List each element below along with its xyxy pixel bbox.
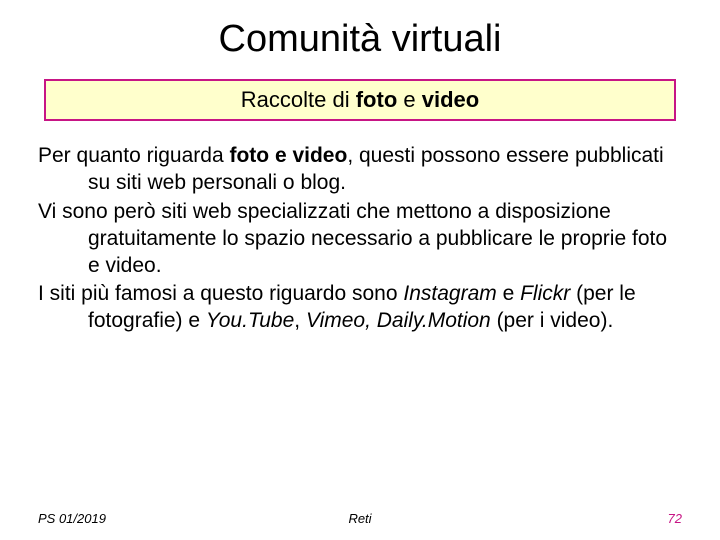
- subtitle-bold-2: video: [422, 87, 479, 112]
- slide-title: Comunità virtuali: [38, 18, 682, 61]
- paragraph-1: Per quanto riguarda foto e video, questi…: [38, 143, 682, 197]
- p1-b: foto e video: [229, 144, 347, 167]
- p1-a: Per quanto riguarda: [38, 144, 229, 167]
- subtitle-box: Raccolte di foto e video: [44, 79, 676, 121]
- paragraph-3: I siti più famosi a questo riguardo sono…: [38, 281, 682, 335]
- body-text: Per quanto riguarda foto e video, questi…: [38, 143, 682, 335]
- p3-c: e: [497, 282, 520, 305]
- footer: PS 01/2019 Reti 72: [38, 511, 682, 526]
- subtitle-text-mid: e: [397, 87, 421, 112]
- p3-d: Flickr: [520, 282, 570, 305]
- p3-i: (per i video).: [491, 309, 614, 332]
- p3-f: You.Tube: [206, 309, 294, 332]
- p3-h: Vimeo, Daily.Motion: [306, 309, 491, 332]
- paragraph-2: Vi sono però siti web specializzati che …: [38, 199, 682, 280]
- page-number: 72: [668, 511, 682, 526]
- slide: Comunità virtuali Raccolte di foto e vid…: [0, 0, 720, 540]
- footer-date: PS 01/2019: [38, 511, 106, 526]
- p3-g: ,: [294, 309, 306, 332]
- subtitle: Raccolte di foto e video: [46, 87, 674, 113]
- subtitle-bold-1: foto: [356, 87, 398, 112]
- footer-topic: Reti: [348, 511, 371, 526]
- subtitle-text-pre: Raccolte di: [241, 87, 356, 112]
- p3-b: Instagram: [403, 282, 496, 305]
- p3-a: I siti più famosi a questo riguardo sono: [38, 282, 403, 305]
